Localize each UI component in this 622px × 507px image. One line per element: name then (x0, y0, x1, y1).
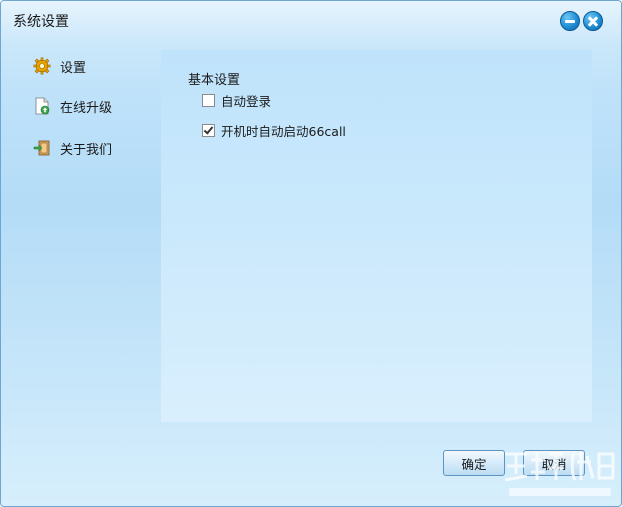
sidebar-item-online-upgrade[interactable]: 在线升级 (33, 95, 112, 117)
sidebar-item-label: 在线升级 (60, 100, 113, 116)
auto-login-label: 自动登录 (221, 94, 272, 109)
close-button[interactable] (583, 11, 603, 31)
watermark-logo (501, 444, 619, 504)
gear-icon (33, 57, 51, 75)
autostart-option[interactable]: 开机时自动启动66call (202, 121, 346, 140)
settings-panel: 基本设置 自动登录 开机时自动启动66call (161, 50, 592, 422)
door-exit-icon (33, 139, 51, 157)
minimize-button[interactable] (560, 11, 580, 31)
ok-button[interactable]: 确定 (443, 450, 505, 476)
document-upgrade-icon (33, 97, 51, 115)
title-bar[interactable]: 系统设置 (1, 1, 621, 41)
auto-login-checkbox[interactable] (202, 94, 215, 107)
window-title: 系统设置 (13, 14, 69, 30)
sidebar-item-label: 关于我们 (60, 142, 113, 158)
sidebar-item-settings[interactable]: 设置 (33, 55, 86, 77)
auto-login-option[interactable]: 自动登录 (202, 91, 271, 110)
sidebar-item-label: 设置 (60, 60, 87, 76)
minimize-icon (565, 20, 575, 23)
section-title: 基本设置 (188, 73, 241, 88)
autostart-label: 开机时自动启动66call (221, 124, 346, 139)
sidebar-item-about-us[interactable]: 关于我们 (33, 137, 112, 159)
autostart-checkbox[interactable] (202, 124, 215, 137)
settings-window: 系统设置 设置 在线升级 关于我们 基本设置 自动登录 开机时自动启动66cal… (0, 0, 622, 507)
